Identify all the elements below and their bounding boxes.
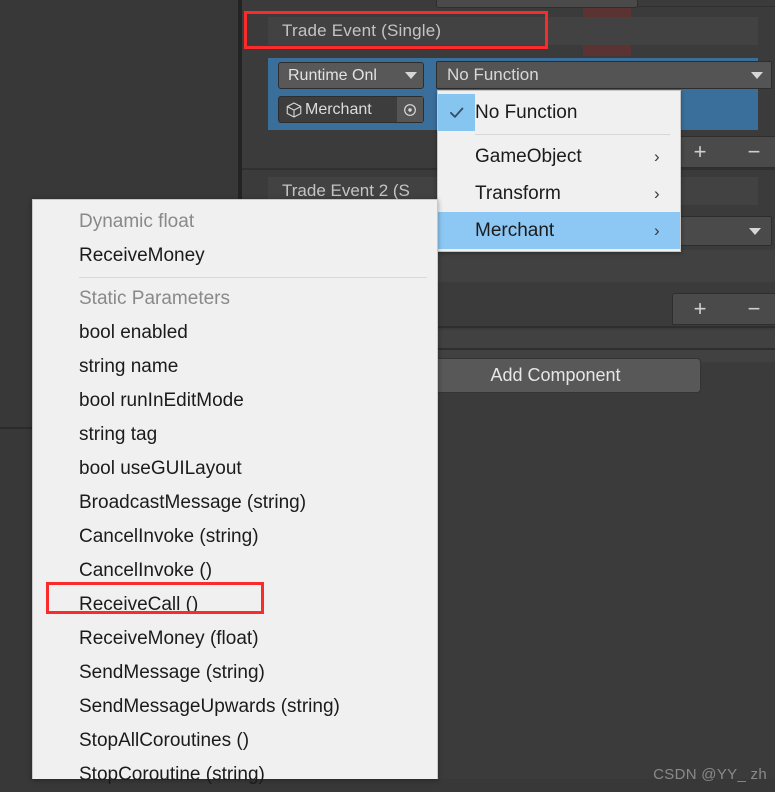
menu-item-gameobject[interactable]: GameObject › bbox=[438, 138, 680, 175]
chevron-right-icon: › bbox=[654, 220, 660, 240]
function-popup-field[interactable]: No Function bbox=[436, 61, 772, 89]
remove-listener-button-2[interactable]: − bbox=[748, 298, 761, 320]
watermark-text: CSDN @YY_ zh bbox=[653, 766, 767, 783]
submenu-item-receivemoney-float[interactable]: ReceiveMoney (float) bbox=[33, 622, 437, 656]
menu-item-merchant[interactable]: Merchant › bbox=[438, 212, 680, 249]
submenu-item-sendmessageupwards[interactable]: SendMessageUpwards (string) bbox=[33, 690, 437, 724]
chevron-right-icon: › bbox=[654, 146, 660, 166]
add-remove-listener-strip-1[interactable]: + − bbox=[672, 136, 775, 168]
menu-item-no-function[interactable]: No Function bbox=[438, 94, 680, 131]
submenu-separator bbox=[79, 277, 427, 278]
menu-item-label: GameObject bbox=[475, 145, 582, 167]
submenu-item-sendmessage[interactable]: SendMessage (string) bbox=[33, 656, 437, 690]
remove-listener-button[interactable]: − bbox=[748, 141, 761, 163]
chevron-down-icon bbox=[405, 72, 417, 79]
runtime-mode-dropdown[interactable]: Runtime Onl bbox=[278, 62, 424, 89]
submenu-item-cancelinvoke[interactable]: CancelInvoke () bbox=[33, 554, 437, 588]
add-remove-listener-strip-2[interactable]: + − bbox=[672, 293, 775, 325]
unity-editor-screenshot: Trade Event (Single) Runtime Onl Merchan… bbox=[0, 0, 775, 785]
menu-item-label: Merchant bbox=[475, 219, 555, 241]
object-reference-label: Merchant bbox=[305, 100, 372, 118]
add-listener-button[interactable]: + bbox=[694, 141, 707, 163]
chevron-right-icon: › bbox=[654, 183, 660, 203]
add-component-button[interactable]: Add Component bbox=[410, 358, 701, 393]
add-component-label: Add Component bbox=[490, 365, 621, 385]
partial-top-button[interactable] bbox=[436, 0, 638, 8]
chevron-down-icon bbox=[751, 71, 763, 79]
chevron-down-icon bbox=[749, 227, 761, 235]
function-dropdown-menu[interactable]: No Function GameObject › Transform › Mer… bbox=[437, 90, 681, 252]
submenu-item-string-name[interactable]: string name bbox=[33, 350, 437, 384]
menu-separator bbox=[475, 134, 670, 135]
object-reference-field[interactable]: Merchant bbox=[278, 96, 424, 123]
submenu-item-receivemoney[interactable]: ReceiveMoney bbox=[33, 239, 437, 273]
submenu-item-bool-enabled[interactable]: bool enabled bbox=[33, 316, 437, 350]
submenu-item-string-tag[interactable]: string tag bbox=[33, 418, 437, 452]
merchant-members-submenu[interactable]: Dynamic float ReceiveMoney Static Parame… bbox=[32, 199, 438, 785]
trade-event-header[interactable]: Trade Event (Single) bbox=[268, 17, 758, 45]
submenu-item-cancelinvoke-string[interactable]: CancelInvoke (string) bbox=[33, 520, 437, 554]
submenu-section-header-dynamic: Dynamic float bbox=[79, 211, 195, 232]
trade-event-header-label: Trade Event (Single) bbox=[282, 21, 442, 40]
add-listener-button-2[interactable]: + bbox=[694, 298, 707, 320]
target-select-icon[interactable] bbox=[397, 97, 423, 122]
check-slot bbox=[438, 175, 475, 212]
submenu-item-bool-usegui[interactable]: bool useGUILayout bbox=[33, 452, 437, 486]
runtime-mode-label: Runtime Onl bbox=[288, 66, 377, 84]
menu-item-label: No Function bbox=[475, 101, 578, 123]
submenu-item-receivecall[interactable]: ReceiveCall () bbox=[33, 588, 437, 622]
check-slot bbox=[438, 138, 475, 175]
submenu-item-stopcoroutine[interactable]: StopCoroutine (string) bbox=[33, 758, 437, 792]
function-popup-label: No Function bbox=[447, 65, 539, 84]
check-slot bbox=[438, 212, 475, 249]
cube-icon bbox=[285, 101, 303, 119]
submenu-item-stopallcoroutines[interactable]: StopAllCoroutines () bbox=[33, 724, 437, 758]
check-icon bbox=[438, 94, 475, 131]
submenu-section-header-static: Static Parameters bbox=[79, 288, 230, 309]
menu-item-transform[interactable]: Transform › bbox=[438, 175, 680, 212]
submenu-item-broadcastmessage[interactable]: BroadcastMessage (string) bbox=[33, 486, 437, 520]
trade-event-2-header-label: Trade Event 2 (S bbox=[282, 181, 410, 200]
submenu-item-bool-runineditmode[interactable]: bool runInEditMode bbox=[33, 384, 437, 418]
menu-item-label: Transform bbox=[475, 182, 561, 204]
